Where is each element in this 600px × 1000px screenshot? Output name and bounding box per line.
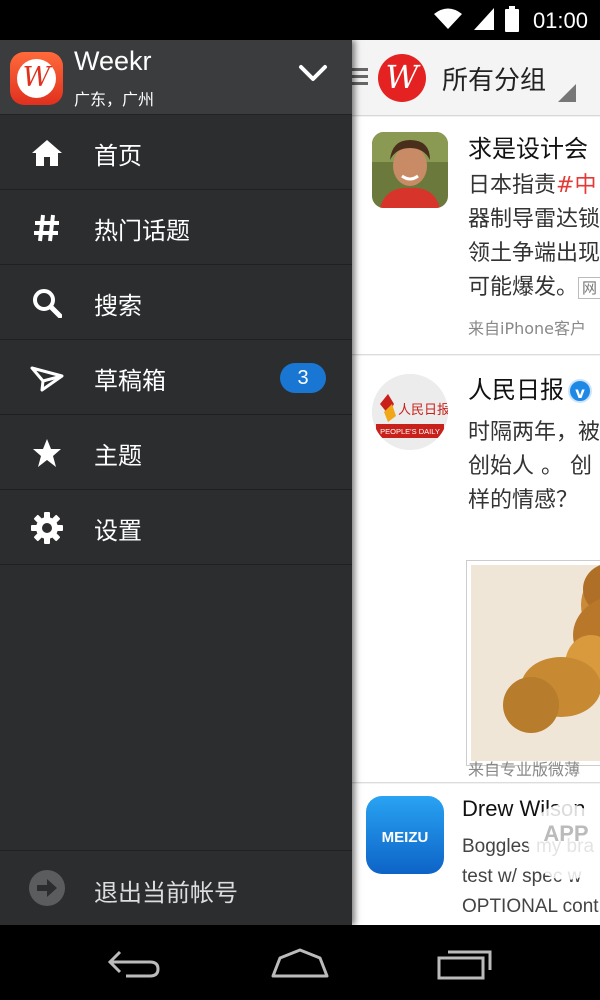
sidebar-item-label: 主题	[94, 442, 142, 470]
feed-header: W 所有分组	[352, 40, 600, 116]
gear-icon	[30, 511, 64, 545]
account-header[interactable]: W Weekr 广东，广州	[0, 40, 352, 115]
weekr-logo-icon[interactable]: W	[378, 54, 426, 102]
chevron-down-icon[interactable]	[298, 64, 328, 88]
post-source: 来自iPhone客户	[468, 319, 587, 338]
back-button-icon[interactable]	[106, 942, 162, 986]
web-link-tag[interactable]: 网	[578, 277, 600, 299]
sidebar-item-search[interactable]: 搜索	[0, 265, 352, 340]
search-icon	[30, 286, 64, 320]
sidebar-item-label: 首页	[94, 142, 142, 170]
sidebar-item-trending[interactable]: 热门话题	[0, 190, 352, 265]
post-author[interactable]: 人民日报 v	[468, 370, 592, 405]
post-text: 时隔两年，被 创始人 。 创 样的情感？	[468, 420, 600, 513]
wifi-icon	[433, 7, 463, 35]
home-icon	[30, 136, 64, 170]
sidebar-item-home[interactable]: 首页	[0, 115, 352, 190]
signal-icon	[473, 7, 495, 35]
feed-post[interactable]: 人民日报 PEOPLE'S DAILY 人民日报 v 时隔两年，被 创始人 。 创…	[352, 356, 600, 783]
weekr-app-icon: W	[10, 52, 63, 105]
hash-icon	[30, 211, 64, 245]
dropdown-corner-icon	[558, 84, 576, 102]
verified-icon: v	[568, 379, 592, 403]
avatar-logo-text: 人民日报	[398, 403, 448, 418]
sidebar-item-label: 设置	[94, 517, 142, 545]
avatar-logo-text: MEIZU	[382, 829, 429, 846]
avatar-logo-subtext: PEOPLE'S DAILY	[380, 427, 440, 436]
watermark-logo: APP	[528, 804, 600, 880]
feed-post[interactable]: 求是设计会 日本指责#中 器制导雷达锁 领土争端出现 可能爆发。网 来自iPho…	[352, 117, 600, 355]
star-icon	[30, 436, 64, 470]
sidebar-item-settings[interactable]: 设置	[0, 490, 352, 565]
home-button-icon[interactable]	[270, 942, 330, 986]
drafts-count-badge: 3	[280, 363, 326, 393]
recent-apps-button-icon[interactable]	[436, 942, 494, 986]
sidebar-item-label: 搜索	[94, 292, 142, 320]
feed-post[interactable]: MEIZU Drew Wilson Boggles my bra test w/…	[352, 784, 600, 925]
post-text: 日本指责#中 器制导雷达锁 领土争端出现 可能爆发。网	[468, 173, 600, 300]
account-location: 广东，广州	[74, 90, 155, 109]
group-selector[interactable]: 所有分组	[442, 60, 546, 97]
phone-screen: 01:00 W 所有分组 求是设计会 日本指责#中 器制导雷达锁 领土争端出现 …	[0, 0, 600, 1000]
paper-plane-icon	[30, 361, 64, 395]
account-name: Weekr	[74, 46, 152, 76]
logout-label: 退出当前帐号	[94, 879, 238, 907]
avatar[interactable]: 人民日报 PEOPLE'S DAILY	[372, 374, 448, 450]
post-source: 来自专业版微薄	[468, 760, 581, 779]
menu-icon[interactable]	[352, 66, 372, 92]
status-bar: 01:00	[0, 0, 600, 40]
sidebar-item-themes[interactable]: 主题	[0, 415, 352, 490]
hashtag-link[interactable]: #中	[556, 173, 596, 198]
sidebar-item-label: 热门话题	[94, 217, 190, 245]
arrow-right-icon	[29, 870, 65, 906]
post-image[interactable]	[466, 560, 600, 766]
system-nav-bar	[0, 925, 600, 1000]
post-author[interactable]: 求是设计会	[468, 129, 588, 164]
navigation-drawer: W Weekr 广东，广州 首页 热门话题 搜索 草稿箱 3 主题 设置 退出当…	[0, 40, 352, 925]
sidebar-item-drafts[interactable]: 草稿箱 3	[0, 340, 352, 415]
sidebar-item-label: 草稿箱	[94, 367, 166, 395]
avatar[interactable]	[372, 132, 448, 208]
clock-time: 01:00	[532, 8, 588, 33]
timeline-feed[interactable]: W 所有分组 求是设计会 日本指责#中 器制导雷达锁 领土争端出现 可能爆发。 …	[352, 40, 600, 925]
logout-button[interactable]: 退出当前帐号	[0, 850, 352, 925]
battery-icon	[504, 6, 519, 36]
avatar[interactable]: MEIZU	[366, 796, 444, 874]
